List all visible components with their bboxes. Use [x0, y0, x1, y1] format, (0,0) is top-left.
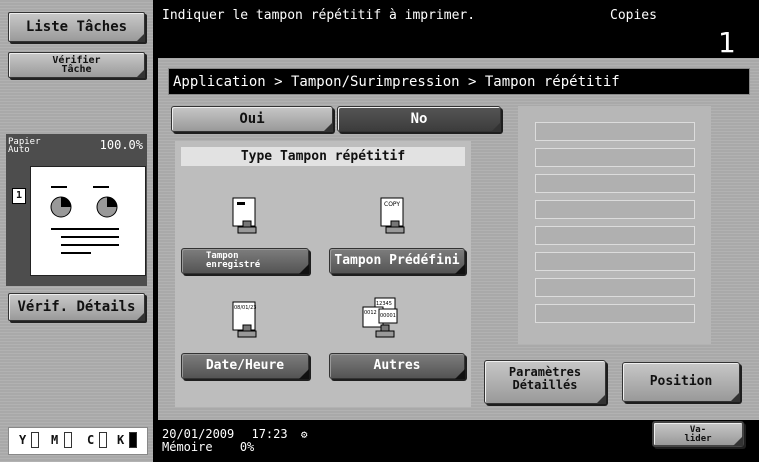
paper-auto-label: Auto — [8, 145, 30, 155]
list-slot — [535, 226, 695, 245]
date-time-button[interactable]: Date/Heure — [181, 353, 309, 379]
date-stamp-text: 08/01/23 — [234, 305, 256, 311]
no-button[interactable]: No — [337, 106, 501, 132]
check-details-label: Vérif. Détails — [17, 299, 136, 315]
zoom-value: 100.0% — [99, 138, 143, 152]
toner-c-bar — [99, 432, 107, 448]
validate-label-line2: lider — [684, 434, 712, 444]
list-slot — [535, 122, 695, 141]
oui-label: Oui — [239, 111, 265, 127]
detailed-settings-label-line2: Détaillés — [512, 378, 578, 392]
page-preview-thumbnail — [30, 166, 146, 276]
check-details-button[interactable]: Vérif. Détails — [8, 293, 145, 321]
instruction-text: Indiquer le tampon répétitif à imprimer. — [162, 8, 476, 23]
others-button[interactable]: Autres — [329, 353, 465, 379]
registered-stamp-button[interactable]: Tampon enregistré — [181, 248, 309, 274]
memory-label: Mémoire — [162, 440, 213, 454]
number-stamp-text-1: 12345 — [376, 301, 392, 307]
registered-stamp-label-line2: enregistré — [206, 260, 261, 270]
number-stamp-text-3: 00001 — [380, 313, 396, 319]
check-job-button[interactable]: Vérifier Tâche — [8, 52, 145, 78]
preview-document-icon — [50, 186, 119, 254]
copy-stamp-text: COPY — [384, 201, 400, 208]
predefined-stamp-icon: COPY — [380, 197, 405, 234]
list-slot — [535, 278, 695, 297]
toner-m-bar — [64, 432, 72, 448]
position-button[interactable]: Position — [622, 362, 740, 402]
toner-c-label: C — [87, 433, 95, 447]
page-badge-icon: 1 — [12, 188, 26, 204]
page-badge-number: 1 — [15, 190, 23, 201]
list-slot — [535, 252, 695, 271]
others-stamp-icon: 12345 0012 00001 — [362, 297, 398, 338]
memory-value: 0% — [239, 440, 255, 454]
list-slot — [535, 148, 695, 167]
validate-button[interactable]: Va- lider — [652, 421, 744, 447]
check-job-label-line2: Tâche — [61, 64, 92, 75]
status-date: 20/01/2009 — [162, 427, 235, 441]
breadcrumb: Application > Tampon/Surimpression > Tam… — [168, 68, 750, 95]
number-stamp-text-2: 0012 — [364, 310, 377, 316]
toner-y-bar — [31, 432, 39, 448]
toner-m-label: M — [51, 433, 59, 447]
others-label: Autres — [373, 358, 421, 373]
predefined-stamp-button[interactable]: Tampon Prédéfini — [329, 248, 465, 274]
toner-y-label: Y — [19, 433, 27, 447]
oui-button[interactable]: Oui — [171, 106, 333, 132]
toner-k-label: K — [117, 433, 125, 447]
date-time-label: Date/Heure — [205, 358, 285, 373]
main-panel: Application > Tampon/Surimpression > Tam… — [158, 58, 759, 420]
job-list-button[interactable]: Liste Tâches — [8, 12, 145, 42]
registered-stamp-icon — [232, 197, 257, 234]
left-panel: Liste Tâches Vérifier Tâche Papier Auto … — [0, 0, 153, 462]
job-list-label: Liste Tâches — [25, 19, 128, 35]
message-bar: Indiquer le tampon répétitif à imprimer.… — [158, 0, 759, 59]
list-slot — [535, 200, 695, 219]
list-slot — [535, 174, 695, 193]
list-slot — [535, 304, 695, 323]
toner-k-bar — [129, 432, 137, 448]
status-time: 17:23 — [251, 427, 288, 441]
copies-count: 1 — [718, 26, 736, 59]
no-label: No — [410, 111, 428, 127]
date-stamp-icon: 08/01/23 — [232, 301, 257, 338]
predefined-stamp-label: Tampon Prédéfini — [334, 253, 460, 268]
stamp-list-panel — [518, 106, 711, 344]
position-label: Position — [649, 374, 713, 389]
status-bar: 20/01/2009 17:23 ⚙ Mémoire 0% Va- lider — [158, 420, 759, 462]
stamp-type-box: Type Tampon répétitif COPY Tampon enregi… — [175, 141, 471, 407]
stamp-type-title: Type Tampon répétitif — [181, 147, 465, 166]
detailed-settings-button[interactable]: Paramètres Détaillés — [484, 360, 606, 404]
network-icon: ⚙ — [300, 428, 308, 441]
copies-label: Copies — [610, 8, 657, 23]
toner-level-indicator: Y M C K — [8, 427, 148, 455]
